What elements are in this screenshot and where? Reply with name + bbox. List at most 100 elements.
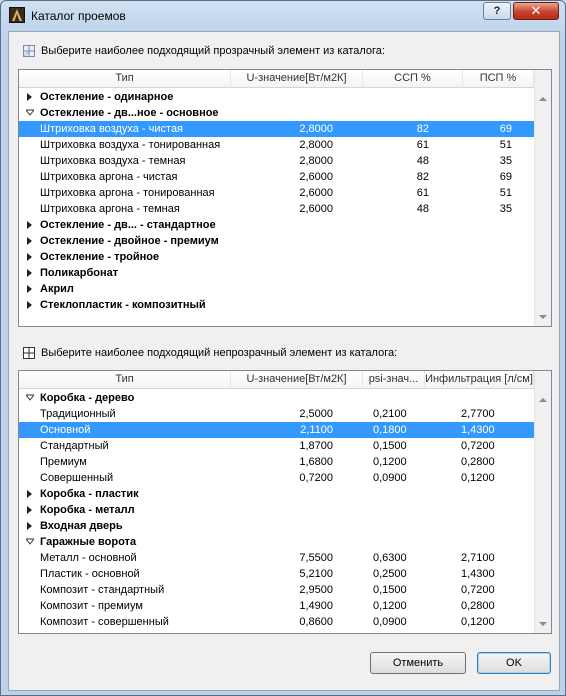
group-name: Коробка - металл bbox=[40, 504, 135, 516]
column-header-4[interactable]: ПСП % bbox=[463, 70, 534, 88]
dialog-window: Каталог проемов ? ✕ Выберите наиболее по… bbox=[0, 0, 566, 696]
cancel-button[interactable]: Отменить bbox=[370, 652, 466, 674]
item-value-1: 2,6000 bbox=[299, 203, 333, 215]
scroll-up-arrow-icon[interactable] bbox=[539, 397, 547, 403]
column-header-2[interactable]: U-значение[Вт/м2К] bbox=[231, 371, 363, 389]
column-header-3[interactable]: ССП % bbox=[363, 70, 463, 88]
group-name: Остекление - дв... - стандартное bbox=[40, 219, 216, 231]
expand-arrow-icon[interactable] bbox=[26, 269, 34, 277]
table-row[interactable]: Композит - премиум 1,4900 0,1200 0,2800 bbox=[19, 598, 534, 614]
column-header-1[interactable]: Тип bbox=[19, 70, 231, 88]
table-row[interactable]: Композит - совершенный 0,8600 0,0900 0,1200 bbox=[19, 614, 534, 630]
group-name: Стеклопластик - композитный bbox=[40, 299, 206, 311]
item-value-3: 0,7200 bbox=[461, 440, 495, 452]
item-value-3: 0,2800 bbox=[461, 600, 495, 612]
expand-arrow-icon[interactable] bbox=[26, 221, 34, 229]
table-row[interactable]: Штриховка воздуха - тонированная 2,8000 61… bbox=[19, 137, 534, 153]
item-value-1: 7,5500 bbox=[299, 552, 333, 564]
table-row[interactable]: Стандартный 1,8700 0,1500 0,7200 bbox=[19, 438, 534, 454]
item-name: Премиум bbox=[40, 456, 87, 468]
item-value-1: 0,8600 bbox=[299, 616, 333, 628]
expand-arrow-icon[interactable] bbox=[26, 253, 34, 261]
expand-arrow-icon[interactable] bbox=[26, 237, 34, 245]
title-bar[interactable]: Каталог проемов ? ✕ bbox=[1, 1, 565, 31]
group-name: Поликарбонат bbox=[40, 267, 119, 279]
transparent-elements-table[interactable]: Тип U-значение[Вт/м2К] ССП % ПСП % Остеклени… bbox=[18, 69, 552, 327]
column-header-4[interactable]: Инфильтрация [л/см] bbox=[425, 371, 534, 389]
item-value-3: 1,4300 bbox=[461, 424, 495, 436]
expand-arrow-icon[interactable] bbox=[26, 301, 34, 309]
item-value-3: 0,1200 bbox=[461, 472, 495, 484]
transparent-label-text: Выберите наиболее подходящий прозрачный … bbox=[41, 45, 385, 57]
item-name: Композит - совершенный bbox=[40, 616, 169, 628]
collapse-arrow-icon[interactable] bbox=[26, 538, 34, 546]
scroll-down-arrow-icon[interactable] bbox=[539, 621, 547, 627]
item-name: Пластик - основной bbox=[40, 568, 140, 580]
group-row[interactable]: Гаражные ворота bbox=[19, 534, 534, 550]
table-row[interactable]: Премиум 1,6800 0,1200 0,2800 bbox=[19, 454, 534, 470]
item-value-3: 0,7200 bbox=[461, 584, 495, 596]
group-row[interactable]: Коробка - пластик bbox=[19, 486, 534, 502]
group-row[interactable]: Остекление - двойное - премиум bbox=[19, 233, 534, 249]
table-row[interactable]: Пластик - основной 5,2100 0,2500 1,4300 bbox=[19, 566, 534, 582]
group-row[interactable]: Стеклопластик - композитный bbox=[19, 297, 534, 313]
group-row[interactable]: Входная дверь bbox=[19, 518, 534, 534]
group-row[interactable]: Поликарбонат bbox=[19, 265, 534, 281]
expand-arrow-icon[interactable] bbox=[26, 490, 34, 498]
group-name: Коробка - дерево bbox=[40, 392, 135, 404]
item-value-3: 35 bbox=[499, 155, 512, 167]
scroll-up-arrow-icon[interactable] bbox=[539, 96, 547, 102]
close-button[interactable]: ✕ bbox=[513, 2, 559, 20]
expand-arrow-icon[interactable] bbox=[26, 93, 34, 101]
group-row[interactable]: Остекление - дв...ное - основное bbox=[19, 105, 534, 121]
item-value-2: 61 bbox=[416, 139, 429, 151]
group-row[interactable]: Остекление - тройное bbox=[19, 249, 534, 265]
ok-button[interactable]: OK bbox=[477, 652, 551, 674]
vertical-scrollbar[interactable] bbox=[534, 70, 551, 326]
table-row[interactable]: Штриховка воздуха - чистая 2,8000 82 69 bbox=[19, 121, 534, 137]
table-row[interactable]: Штриховка воздуха - темная 2,8000 48 35 bbox=[19, 153, 534, 169]
vertical-scrollbar[interactable] bbox=[534, 371, 551, 633]
table-row[interactable]: Основной 2,1100 0,1800 1,4300 bbox=[19, 422, 534, 438]
collapse-arrow-icon[interactable] bbox=[26, 394, 34, 402]
column-header-3[interactable]: psi-знач... bbox=[363, 371, 425, 389]
group-name: Гаражные ворота bbox=[40, 536, 137, 548]
opaque-elements-table[interactable]: Тип U-значение[Вт/м2К] psi-знач... Инфильтр… bbox=[18, 370, 552, 634]
group-name: Коробка - пластик bbox=[40, 488, 139, 500]
table-row[interactable]: Штриховка аргона - темная 2,6000 48 35 bbox=[19, 201, 534, 217]
item-value-1: 2,5000 bbox=[299, 408, 333, 420]
item-value-2: 0,1800 bbox=[373, 424, 407, 436]
group-row[interactable]: Коробка - металл bbox=[19, 502, 534, 518]
item-value-1: 2,1100 bbox=[300, 424, 333, 436]
table-row[interactable]: Штриховка аргона - тонированная 2,6000 61 5… bbox=[19, 185, 534, 201]
scroll-down-arrow-icon[interactable] bbox=[539, 314, 547, 320]
table-row[interactable]: Металл - основной 7,5500 0,6300 2,7100 bbox=[19, 550, 534, 566]
table-header: Тип U-значение[Вт/м2К] ССП % ПСП % bbox=[19, 70, 534, 88]
expand-arrow-icon[interactable] bbox=[26, 506, 34, 514]
column-header-2[interactable]: U-значение[Вт/м2К] bbox=[231, 70, 363, 88]
table-row[interactable]: Композит - стандартный 2,9500 0,1500 0,7200 bbox=[19, 582, 534, 598]
item-name: Штриховка аргона - темная bbox=[40, 203, 180, 215]
item-value-1: 2,8000 bbox=[299, 139, 333, 151]
help-button[interactable]: ? bbox=[483, 2, 511, 20]
item-value-2: 0,1500 bbox=[373, 584, 407, 596]
group-row[interactable]: Акрил bbox=[19, 281, 534, 297]
group-name: Акрил bbox=[40, 283, 74, 295]
item-value-1: 5,2100 bbox=[299, 568, 333, 580]
group-row[interactable]: Остекление - одинарное bbox=[19, 89, 534, 105]
table-row[interactable]: Штриховка аргона - чистая 2,6000 82 69 bbox=[19, 169, 534, 185]
table-row[interactable]: Совершенный 0,7200 0,0900 0,1200 bbox=[19, 470, 534, 486]
table-row[interactable]: Традиционный 2,5000 0,2100 2,7700 bbox=[19, 406, 534, 422]
dialog-body: Выберите наиболее подходящий прозрачный … bbox=[8, 31, 560, 691]
table-header: Тип U-значение[Вт/м2К] psi-знач... Инфильтр… bbox=[19, 371, 534, 389]
item-value-1: 2,8000 bbox=[299, 123, 333, 135]
expand-arrow-icon[interactable] bbox=[26, 285, 34, 293]
collapse-arrow-icon[interactable] bbox=[26, 109, 34, 117]
item-value-3: 0,1200 bbox=[461, 616, 495, 628]
group-row[interactable]: Коробка - дерево bbox=[19, 390, 534, 406]
app-icon bbox=[9, 7, 25, 23]
item-name: Композит - стандартный bbox=[40, 584, 165, 596]
column-header-1[interactable]: Тип bbox=[19, 371, 231, 389]
expand-arrow-icon[interactable] bbox=[26, 522, 34, 530]
group-row[interactable]: Остекление - дв... - стандартное bbox=[19, 217, 534, 233]
